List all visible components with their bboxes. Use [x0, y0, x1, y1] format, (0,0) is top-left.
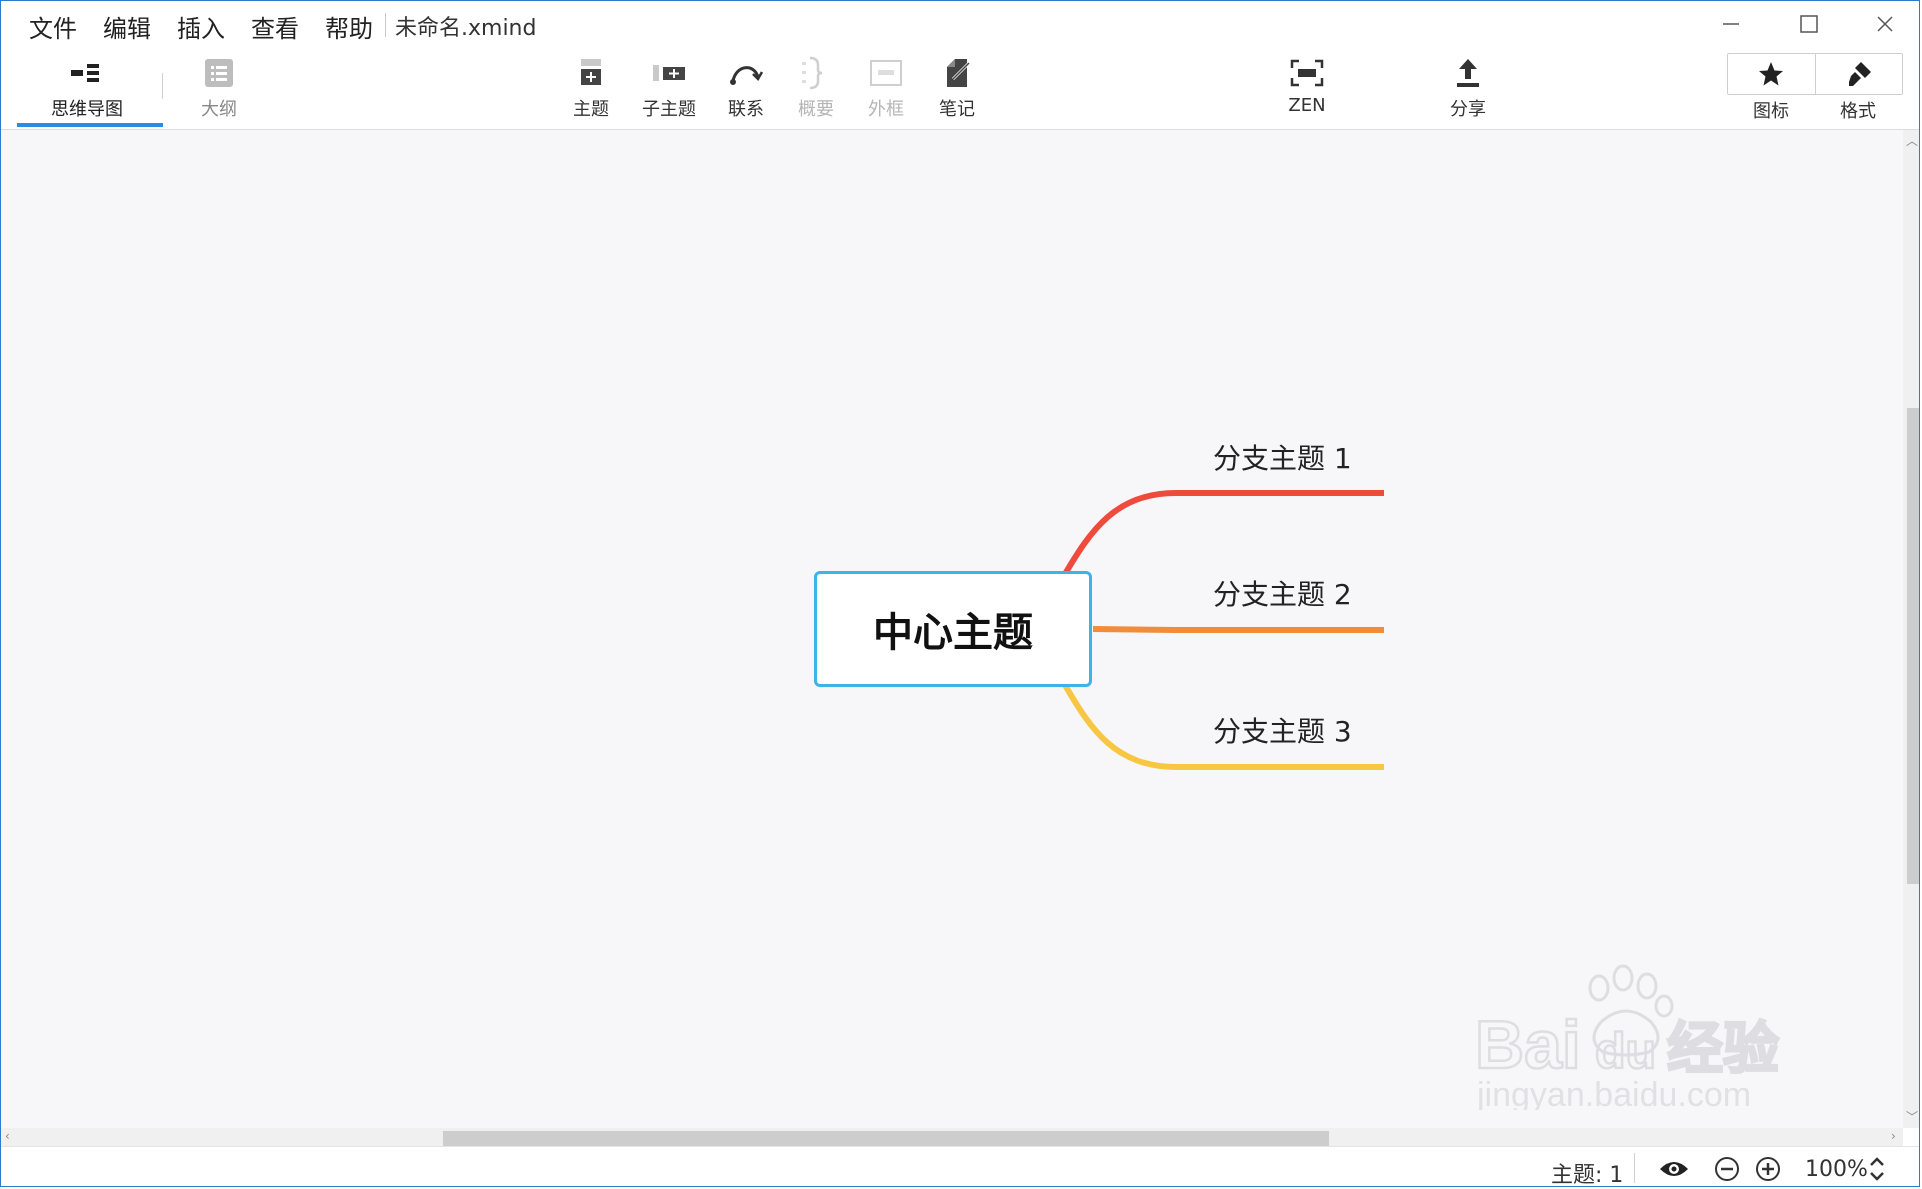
- status-divider: [1634, 1153, 1635, 1183]
- mindmap-canvas[interactable]: 中心主题 分支主题 1 分支主题 2 分支主题 3 Bai du 经验 jing…: [1, 130, 1903, 1128]
- summary-button[interactable]: 概要: [778, 53, 854, 121]
- toolbar: 思维导图 大纲 主题 子主题 联系 概要 外框 笔记 ZEN 分享 图标 格式: [1, 49, 1919, 130]
- minimize-button[interactable]: [1703, 7, 1759, 41]
- scroll-up-icon[interactable]: ︿: [1906, 132, 1918, 149]
- notes-button[interactable]: 笔记: [919, 53, 995, 121]
- scroll-right-icon[interactable]: ›: [1891, 1129, 1896, 1143]
- scroll-left-icon[interactable]: ‹: [5, 1129, 10, 1143]
- app-window: 文件 编辑 插入 查看 帮助 未命名.xmind 思维导图 大纲 主题 子主题 …: [0, 0, 1920, 1187]
- visibility-button[interactable]: [1657, 1155, 1691, 1183]
- maximize-button[interactable]: [1781, 7, 1837, 41]
- menu-view[interactable]: 查看: [251, 9, 299, 44]
- add-subtopic-icon: [649, 53, 689, 93]
- tab-mindmap[interactable]: 思维导图: [51, 53, 123, 121]
- close-icon: [1877, 16, 1893, 32]
- document-title: 未命名.xmind: [395, 16, 537, 41]
- zoom-level: 100%: [1805, 1157, 1868, 1182]
- relationship-button-label: 联系: [728, 99, 764, 120]
- status-bar: 主题: 1 100%: [1, 1146, 1919, 1187]
- branch-topic-2[interactable]: 分支主题 2: [1213, 573, 1352, 613]
- format-panel-button[interactable]: [1814, 54, 1903, 94]
- topic-count: 主题: 1: [1551, 1163, 1624, 1187]
- menu-insert[interactable]: 插入: [177, 9, 225, 44]
- notes-button-label: 笔记: [939, 99, 975, 120]
- relationship-icon: [726, 53, 766, 93]
- branch-topic-1[interactable]: 分支主题 1: [1213, 437, 1352, 477]
- active-tab-indicator: [17, 123, 163, 127]
- notes-icon: [937, 53, 977, 93]
- subtopic-button-label: 子主题: [642, 99, 696, 120]
- paint-brush-icon: [1848, 62, 1871, 86]
- menu-edit[interactable]: 编辑: [103, 9, 151, 44]
- icon-panel-label: 图标: [1753, 101, 1789, 122]
- share-button-label: 分享: [1450, 99, 1486, 120]
- format-panel-label: 格式: [1840, 101, 1876, 122]
- zen-button[interactable]: ZEN: [1269, 53, 1345, 116]
- toolbar-divider: [162, 73, 163, 99]
- zoom-out-button[interactable]: [1713, 1155, 1741, 1183]
- central-topic[interactable]: 中心主题: [814, 571, 1092, 687]
- zoom-out-icon: [1715, 1157, 1739, 1181]
- menu-bar: 文件 编辑 插入 查看 帮助 未命名.xmind: [1, 1, 1919, 49]
- zen-fullscreen-icon: [1287, 53, 1327, 93]
- title-separator: [385, 13, 386, 37]
- branch-connector-1: [1062, 490, 1384, 576]
- tab-outline[interactable]: 大纲: [199, 53, 239, 121]
- horizontal-scrollbar[interactable]: ‹ ›: [1, 1128, 1903, 1146]
- subtopic-button[interactable]: 子主题: [631, 53, 707, 121]
- menu-help[interactable]: 帮助: [325, 9, 373, 44]
- eye-icon: [1660, 1162, 1688, 1176]
- boundary-button[interactable]: 外框: [848, 53, 924, 121]
- star-icon: [1759, 62, 1784, 86]
- share-button[interactable]: 分享: [1430, 53, 1506, 121]
- zoom-in-icon: [1756, 1157, 1780, 1181]
- minimize-icon: [1723, 23, 1739, 25]
- tab-mindmap-label: 思维导图: [51, 99, 123, 120]
- boundary-icon: [866, 53, 906, 93]
- outline-icon: [199, 53, 239, 93]
- menu-file[interactable]: 文件: [29, 9, 77, 44]
- topic-button-label: 主题: [573, 99, 609, 120]
- add-topic-icon: [571, 53, 611, 93]
- vertical-scrollbar[interactable]: ︿ ﹀: [1903, 130, 1919, 1128]
- close-button[interactable]: [1857, 7, 1913, 41]
- chevron-up-down-icon: [1870, 1157, 1884, 1181]
- summary-button-label: 概要: [798, 99, 834, 120]
- zen-button-label: ZEN: [1288, 95, 1326, 116]
- panel-toggle-group: [1727, 53, 1903, 95]
- topic-button[interactable]: 主题: [553, 53, 629, 121]
- tab-outline-label: 大纲: [201, 99, 237, 120]
- scroll-down-icon[interactable]: ﹀: [1906, 1108, 1918, 1125]
- summary-icon: [796, 53, 836, 93]
- horizontal-scroll-thumb[interactable]: [443, 1131, 1329, 1146]
- icon-panel-button[interactable]: [1728, 54, 1815, 94]
- boundary-button-label: 外框: [868, 99, 904, 120]
- relationship-button[interactable]: 联系: [708, 53, 784, 121]
- share-upload-icon: [1448, 53, 1488, 93]
- zoom-stepper[interactable]: [1867, 1155, 1887, 1183]
- zoom-in-button[interactable]: [1754, 1155, 1782, 1183]
- branch-topic-3[interactable]: 分支主题 3: [1213, 710, 1352, 750]
- mindmap-icon: [67, 53, 107, 93]
- maximize-icon: [1800, 15, 1818, 33]
- vertical-scroll-thumb[interactable]: [1907, 408, 1919, 884]
